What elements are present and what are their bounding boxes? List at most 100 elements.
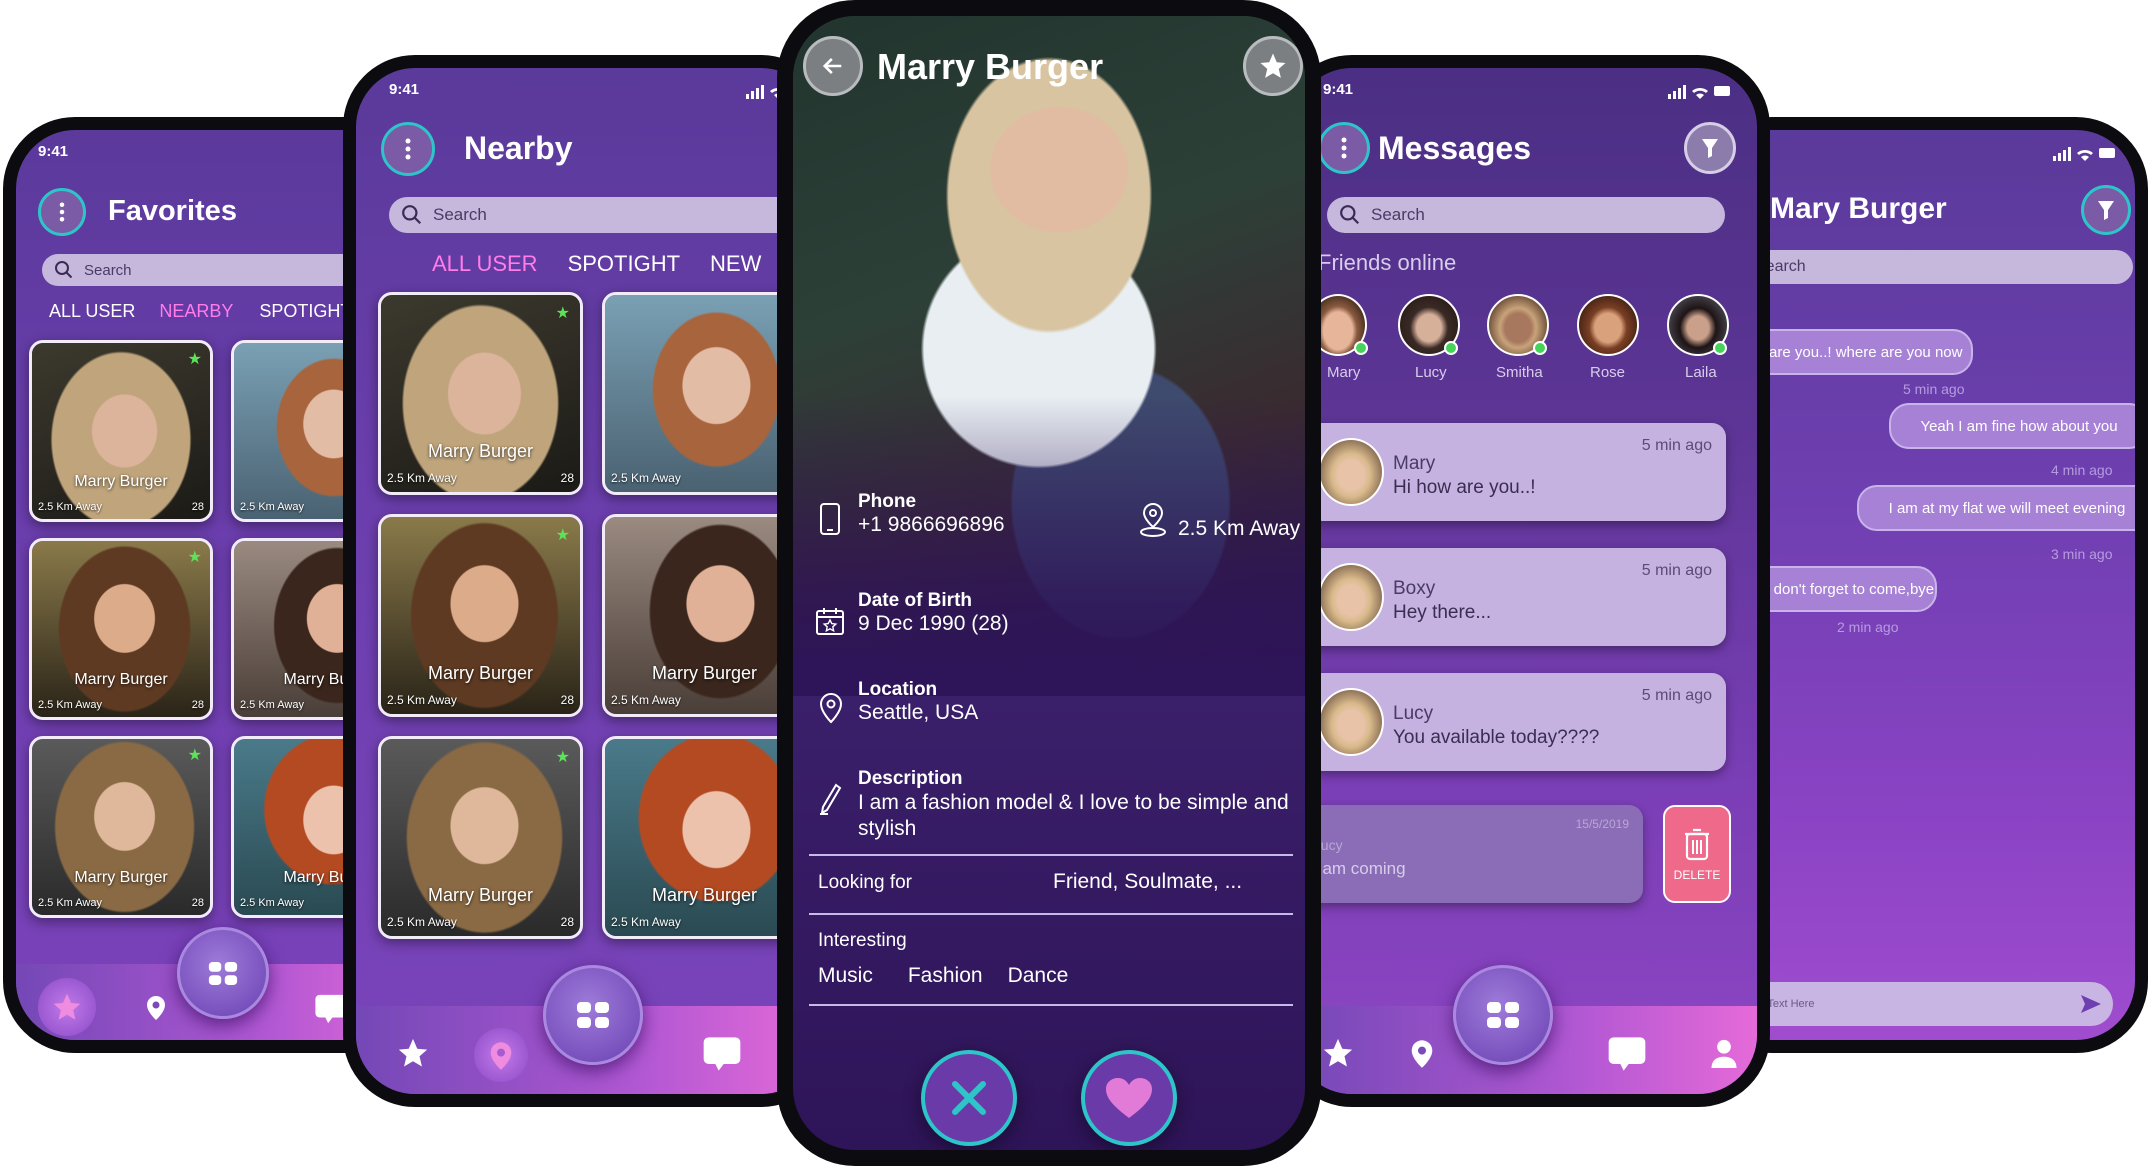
chat-bubble[interactable]: Yeah I am fine how about you	[1889, 403, 2135, 449]
location-nav-icon[interactable]	[1408, 1038, 1436, 1070]
chat-bubble-text: Yeah I am fine how about you	[1920, 417, 2118, 435]
heart-icon	[1106, 1078, 1152, 1118]
message-thread[interactable]: Mary Hi how are you..! 5 min ago	[1308, 423, 1726, 521]
dislike-button[interactable]	[921, 1050, 1017, 1146]
location-block: Location Seattle, USA	[858, 679, 978, 725]
interest-tag: Music	[818, 964, 873, 987]
looking-for-value: Friend, Soulmate, ...	[1053, 870, 1243, 893]
description-block: Description I am a fashion model & I love…	[858, 768, 1298, 842]
favorite-star-icon[interactable]: ★	[188, 349, 202, 369]
favorite-button[interactable]	[1243, 36, 1303, 96]
interesting-label: Interesting	[818, 930, 907, 951]
card-name: Marry Burger	[74, 869, 168, 886]
chat-time: 4 min ago	[2051, 462, 2113, 478]
message-thread[interactable]: Boxy Hey there... 5 min ago	[1308, 548, 1726, 646]
thread-time: 5 min ago	[1641, 687, 1712, 704]
profile-card[interactable]: ★ Marry Burger 2.5 Km Away 28	[378, 514, 583, 717]
chat-time: 3 min ago	[2051, 546, 2113, 562]
send-icon[interactable]	[2079, 992, 2103, 1016]
favorite-star-icon[interactable]: ★	[556, 747, 570, 767]
profile-card[interactable]: ★ Marry Burger 2.5 Km Away 28	[29, 538, 213, 720]
thread-name: Mary	[1393, 453, 1436, 474]
favorites-nav-icon[interactable]	[51, 991, 83, 1023]
description-value: I am a fashion model & I love to be simp…	[858, 791, 1289, 840]
home-fab[interactable]	[1453, 965, 1553, 1065]
grid-icon	[577, 1002, 609, 1028]
menu-button[interactable]	[1318, 122, 1370, 174]
card-name: Marry Burger	[651, 663, 758, 683]
delete-label: DELETE	[1673, 868, 1721, 882]
chat-nav-icon[interactable]	[702, 1034, 742, 1074]
favorite-star-icon[interactable]: ★	[556, 525, 570, 545]
thread-text: Hey there...	[1393, 602, 1492, 623]
card-distance: 2.5 Km Away	[240, 897, 304, 909]
profile-nav-icon[interactable]	[1709, 1036, 1739, 1070]
swiped-thread[interactable]: Lucy I am coming 15/5/2019	[1303, 805, 1643, 903]
profile-card[interactable]: ★ Marry Burger 2.5 Km Away 28	[378, 736, 583, 939]
location-nav-icon[interactable]	[144, 994, 168, 1022]
favorite-star-icon[interactable]: ★	[188, 547, 202, 567]
location-nav-icon[interactable]	[487, 1040, 515, 1072]
favorite-star-icon[interactable]: ★	[188, 745, 202, 765]
delete-button[interactable]: DELETE	[1663, 805, 1731, 903]
message-input[interactable]: + Text Here	[1713, 982, 2113, 1026]
card-distance: 2.5 Km Away	[387, 471, 457, 485]
profile-phone: Marry Burger Phone +1 9866696896 2.5 Km A…	[777, 0, 1321, 1166]
messages-title: Messages	[1378, 130, 1531, 166]
description-label: Description	[858, 768, 963, 789]
dob-label: Date of Birth	[858, 590, 972, 611]
menu-dots-icon	[1341, 137, 1347, 159]
grid-icon	[208, 961, 238, 985]
dob-value: 9 Dec 1990 (28)	[858, 612, 1009, 635]
card-meta: 2.5 Km Away 28	[38, 897, 204, 909]
menu-button[interactable]	[38, 188, 86, 236]
card-age: 28	[191, 897, 204, 909]
profile-card[interactable]: ★ Marry Burger 2.5 Km Away 28	[29, 736, 213, 918]
card-distance: 2.5 Km Away	[240, 699, 304, 711]
thread-name: Lucy	[1393, 703, 1434, 724]
chat-nav-icon[interactable]	[1607, 1034, 1647, 1074]
chat-bubble[interactable]: I am at my flat we will meet evening	[1857, 485, 2135, 531]
favorite-star-icon[interactable]: ★	[556, 303, 570, 323]
card-distance: 2.5 Km Away	[387, 693, 457, 707]
tab-new[interactable]: NEW	[710, 251, 761, 277]
filter-icon	[1702, 139, 1718, 158]
like-button[interactable]	[1081, 1050, 1177, 1146]
filter-button[interactable]	[1684, 122, 1736, 174]
profile-card[interactable]: ★ Marry Burger 2.5 Km Away 28	[29, 340, 213, 522]
tab-nearby[interactable]: NEARBY	[159, 301, 233, 322]
thread-date: 15/5/2019	[1575, 817, 1629, 831]
tab-spotight[interactable]: SPOTIGHT	[259, 301, 351, 322]
filter-icon	[2098, 201, 2114, 220]
friend-name: Laila	[1685, 364, 1717, 381]
online-dot	[1713, 341, 1727, 355]
profile-card[interactable]: ★ Marry Burger 2.5 Km Away 28	[378, 292, 583, 495]
search-bar[interactable]: Search	[389, 197, 820, 233]
card-distance: 2.5 Km Away	[38, 897, 102, 909]
phone-value: +1 9866696896	[858, 513, 1005, 536]
search-icon	[402, 205, 422, 225]
phone-label: Phone	[858, 491, 917, 512]
tab-all-user[interactable]: ALL USER	[432, 251, 538, 277]
message-thread[interactable]: Lucy You available today???? 5 min ago	[1308, 673, 1726, 771]
favorites-nav-icon[interactable]	[1321, 1036, 1355, 1070]
home-fab[interactable]	[177, 927, 269, 1019]
status-time: 9:41	[38, 143, 69, 160]
favorites-nav-icon[interactable]	[396, 1036, 430, 1070]
search-bar[interactable]: Search	[1713, 250, 2133, 284]
looking-for-label: Looking for	[818, 872, 913, 893]
friend-avatar[interactable]	[1577, 294, 1639, 356]
card-meta: 2.5 Km Away 28	[38, 699, 204, 711]
distance-pin-icon	[1140, 502, 1166, 537]
back-button[interactable]	[803, 36, 863, 96]
interest-tag: Dance	[1007, 964, 1069, 987]
menu-button[interactable]	[381, 122, 435, 176]
tab-all-user[interactable]: ALL USER	[49, 301, 135, 322]
filter-button[interactable]	[2081, 185, 2131, 235]
favorites-title: Favorites	[108, 195, 237, 227]
card-distance: 2.5 Km Away	[38, 699, 102, 711]
card-name: Marry Burger	[427, 441, 534, 461]
search-bar[interactable]: Search	[1327, 197, 1725, 233]
home-fab[interactable]	[543, 965, 643, 1065]
tab-spotight[interactable]: SPOTIGHT	[568, 251, 680, 277]
